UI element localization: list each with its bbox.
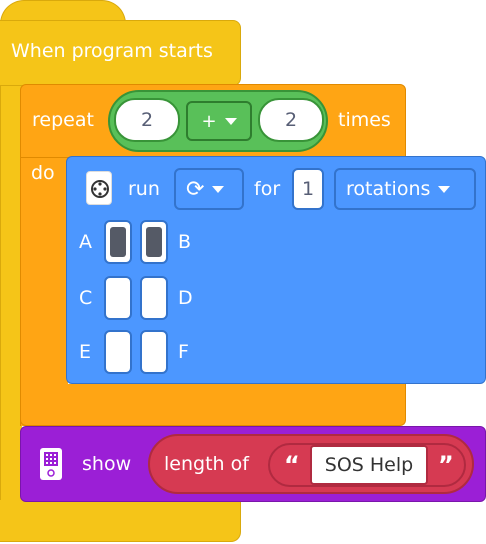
repeat-block-bottom — [20, 384, 406, 426]
port-label-d: D — [178, 287, 193, 309]
chevron-down-icon — [224, 117, 237, 125]
port-label-b: B — [178, 231, 192, 253]
do-label: do — [31, 162, 55, 184]
clockwise-icon: ⟳ — [186, 176, 205, 202]
port-e-toggle[interactable] — [104, 330, 132, 374]
port-b-toggle[interactable] — [140, 220, 168, 264]
times-label: times — [338, 109, 391, 131]
operator-symbol: + — [201, 110, 217, 132]
direction-dropdown[interactable]: ⟳ — [174, 168, 244, 210]
unit-label: rotations — [346, 178, 431, 200]
close-quote-icon: ” — [438, 451, 454, 479]
length-of-label: length of — [164, 453, 249, 475]
port-label-a: A — [79, 231, 92, 253]
port-d-toggle[interactable] — [140, 276, 168, 320]
open-quote-icon: “ — [284, 451, 300, 479]
port-c-toggle[interactable] — [104, 276, 132, 320]
show-label: show — [82, 453, 132, 475]
hub-display-icon — [40, 448, 62, 480]
motor-icon — [86, 171, 112, 205]
unit-dropdown[interactable]: rotations — [334, 168, 476, 210]
hat-block-spine — [0, 20, 22, 542]
port-label-c: C — [79, 287, 93, 309]
run-label: run — [128, 178, 160, 200]
chevron-down-icon — [212, 185, 225, 193]
repeat-label: repeat — [32, 109, 94, 131]
when-program-starts-label: When program starts — [11, 40, 213, 62]
left-operand-input[interactable]: 2 — [114, 98, 180, 142]
port-label-e: E — [79, 341, 92, 363]
hat-block-bottom — [0, 500, 241, 542]
operator-dropdown[interactable]: + — [186, 101, 252, 141]
right-operand-input[interactable]: 2 — [258, 98, 324, 142]
for-label: for — [254, 178, 281, 200]
port-f-toggle[interactable] — [140, 330, 168, 374]
port-label-f: F — [178, 341, 189, 363]
text-input[interactable]: SOS Help — [310, 445, 428, 485]
amount-input[interactable]: 1 — [292, 168, 324, 210]
port-a-toggle[interactable] — [104, 220, 132, 264]
chevron-down-icon — [438, 185, 451, 193]
